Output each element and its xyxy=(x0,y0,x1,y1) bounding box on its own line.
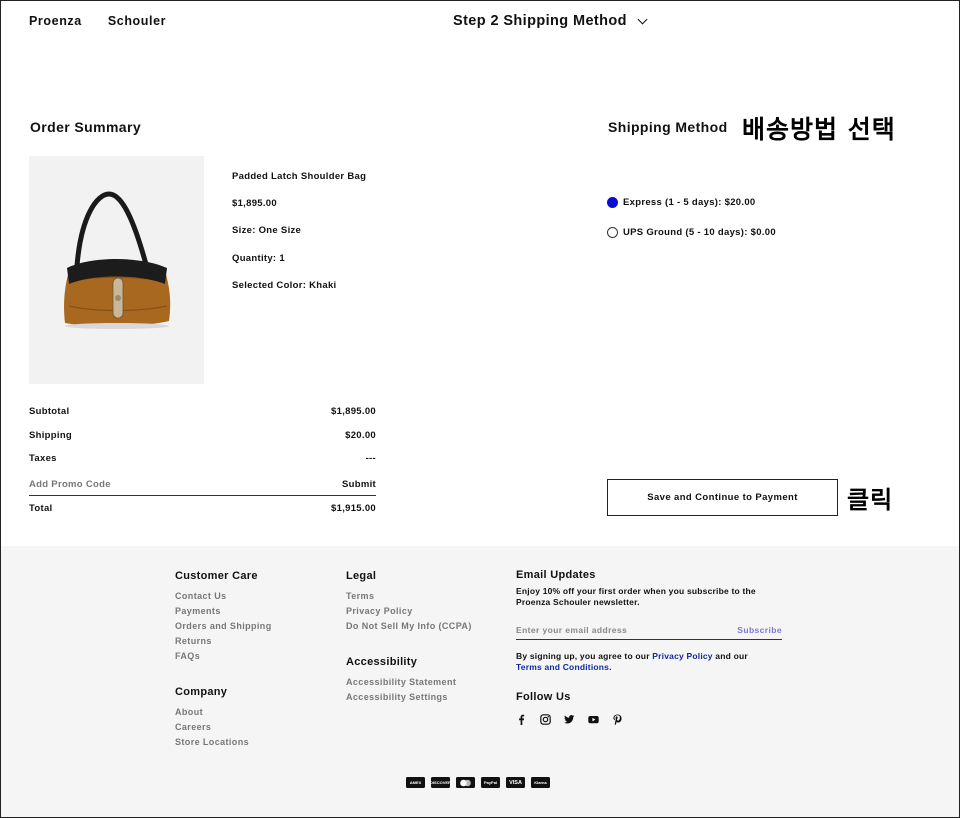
radio-button[interactable] xyxy=(607,227,618,238)
newsletter-form: Enter your email address Subscribe xyxy=(516,625,782,640)
social-icons xyxy=(516,712,786,726)
follow-us-title: Follow Us xyxy=(516,691,571,703)
footer-link-terms[interactable]: Terms xyxy=(346,589,472,604)
radio-button-selected[interactable] xyxy=(607,197,618,208)
product-name: Padded Latch Shoulder Bag xyxy=(232,171,367,182)
footer-link-do-not-sell[interactable]: Do Not Sell My Info (CCPA) xyxy=(346,619,472,634)
footer-customer-care: Customer Care Contact Us Payments Orders… xyxy=(175,570,272,664)
customer-care-title: Customer Care xyxy=(175,570,258,582)
consent-mid: and our xyxy=(712,651,748,661)
product-size: Size: One Size xyxy=(232,225,302,236)
consent-text: By signing up, you agree to our Privacy … xyxy=(516,651,786,673)
product-price: $1,895.00 xyxy=(232,198,277,209)
instagram-icon[interactable] xyxy=(540,712,551,725)
footer-link-accessibility-statement[interactable]: Accessibility Statement xyxy=(346,675,456,690)
total-value: $1,915.00 xyxy=(331,503,376,514)
paypal-icon: PayPal xyxy=(481,777,500,788)
pinterest-icon[interactable] xyxy=(612,712,623,726)
checkout-step-dropdown[interactable]: Step 2 Shipping Method xyxy=(453,13,648,29)
product-image[interactable] xyxy=(29,156,204,384)
shipping-option-label: Express (1 - 5 days): $20.00 xyxy=(623,197,756,208)
terms-conditions-link[interactable]: Terms and Conditions xyxy=(516,662,609,672)
visa-icon: VISA xyxy=(506,777,525,788)
promo-code-input[interactable]: Add Promo Code xyxy=(29,479,111,490)
chevron-down-icon xyxy=(637,14,648,25)
shipping-option-label: UPS Ground (5 - 10 days): $0.00 xyxy=(623,227,776,238)
brand-name-part1: Proenza xyxy=(29,14,82,28)
company-title: Company xyxy=(175,686,228,698)
twitter-icon[interactable] xyxy=(564,712,575,724)
footer-link-payments[interactable]: Payments xyxy=(175,604,272,619)
amex-icon: AMEX xyxy=(406,777,425,788)
accessibility-title: Accessibility xyxy=(346,656,418,668)
brand-logo[interactable]: Proenza Schouler xyxy=(29,14,166,28)
consent-end: . xyxy=(609,662,612,672)
subtotal-row: Subtotal $1,895.00 xyxy=(29,406,376,417)
shoulder-bag-image xyxy=(64,191,171,329)
promo-code-row: Add Promo Code Submit xyxy=(29,479,376,496)
shipping-value: $20.00 xyxy=(345,430,376,441)
klarna-icon: Klarna xyxy=(531,777,550,788)
annotation-click: 클릭 xyxy=(847,486,894,514)
privacy-policy-link[interactable]: Privacy Policy xyxy=(652,651,712,661)
footer-link-orders-shipping[interactable]: Orders and Shipping xyxy=(175,619,272,634)
shipping-option-express[interactable]: Express (1 - 5 days): $20.00 xyxy=(607,197,756,208)
legal-title: Legal xyxy=(346,570,377,582)
footer-link-returns[interactable]: Returns xyxy=(175,634,272,649)
footer-link-privacy-policy[interactable]: Privacy Policy xyxy=(346,604,472,619)
promo-submit-button[interactable]: Submit xyxy=(342,479,376,490)
save-continue-payment-button[interactable]: Save and Continue to Payment xyxy=(607,479,838,516)
footer-company: Company About Careers Store Locations xyxy=(175,686,249,750)
shipping-method-title: Shipping Method xyxy=(608,119,728,135)
youtube-icon[interactable] xyxy=(588,712,599,724)
footer-link-faqs[interactable]: FAQs xyxy=(175,649,272,664)
taxes-label: Taxes xyxy=(29,453,57,464)
footer-link-contact-us[interactable]: Contact Us xyxy=(175,589,272,604)
total-row: Total $1,915.00 xyxy=(29,503,376,514)
footer-link-store-locations[interactable]: Store Locations xyxy=(175,735,249,750)
annotation-select-shipping: 배송방법 선택 xyxy=(742,115,896,144)
subtotal-value: $1,895.00 xyxy=(331,406,376,417)
footer-link-careers[interactable]: Careers xyxy=(175,720,249,735)
subscribe-button[interactable]: Subscribe xyxy=(737,625,782,635)
product-quantity: Quantity: 1 xyxy=(232,253,285,264)
payment-methods: AMEX DISCOVER PayPal VISA Klarna xyxy=(406,777,550,788)
discover-icon: DISCOVER xyxy=(431,777,450,788)
footer: Customer Care Contact Us Payments Orders… xyxy=(1,546,959,817)
shipping-option-ups-ground[interactable]: UPS Ground (5 - 10 days): $0.00 xyxy=(607,227,776,238)
product-color: Selected Color: Khaki xyxy=(232,280,337,291)
facebook-icon[interactable] xyxy=(516,712,527,725)
taxes-row: Taxes --- xyxy=(29,453,376,464)
email-updates-description: Enjoy 10% off your first order when you … xyxy=(516,586,756,607)
footer-legal: Legal Terms Privacy Policy Do Not Sell M… xyxy=(346,570,472,634)
email-input[interactable]: Enter your email address xyxy=(516,625,627,635)
brand-name-part2: Schouler xyxy=(107,14,167,28)
taxes-value: --- xyxy=(365,453,376,464)
footer-accessibility: Accessibility Accessibility Statement Ac… xyxy=(346,656,456,705)
footer-email-updates: Email Updates Enjoy 10% off your first o… xyxy=(516,569,786,726)
consent-prefix: By signing up, you agree to our xyxy=(516,651,653,661)
step-label: Step 2 Shipping Method xyxy=(453,13,627,29)
total-label: Total xyxy=(29,503,53,514)
shipping-row: Shipping $20.00 xyxy=(29,430,376,441)
footer-link-accessibility-settings[interactable]: Accessibility Settings xyxy=(346,690,456,705)
mastercard-icon xyxy=(456,777,475,788)
subtotal-label: Subtotal xyxy=(29,406,70,417)
email-updates-title: Email Updates xyxy=(516,569,596,581)
footer-link-about[interactable]: About xyxy=(175,705,249,720)
shipping-label: Shipping xyxy=(29,430,73,441)
order-summary-title: Order Summary xyxy=(30,119,142,135)
